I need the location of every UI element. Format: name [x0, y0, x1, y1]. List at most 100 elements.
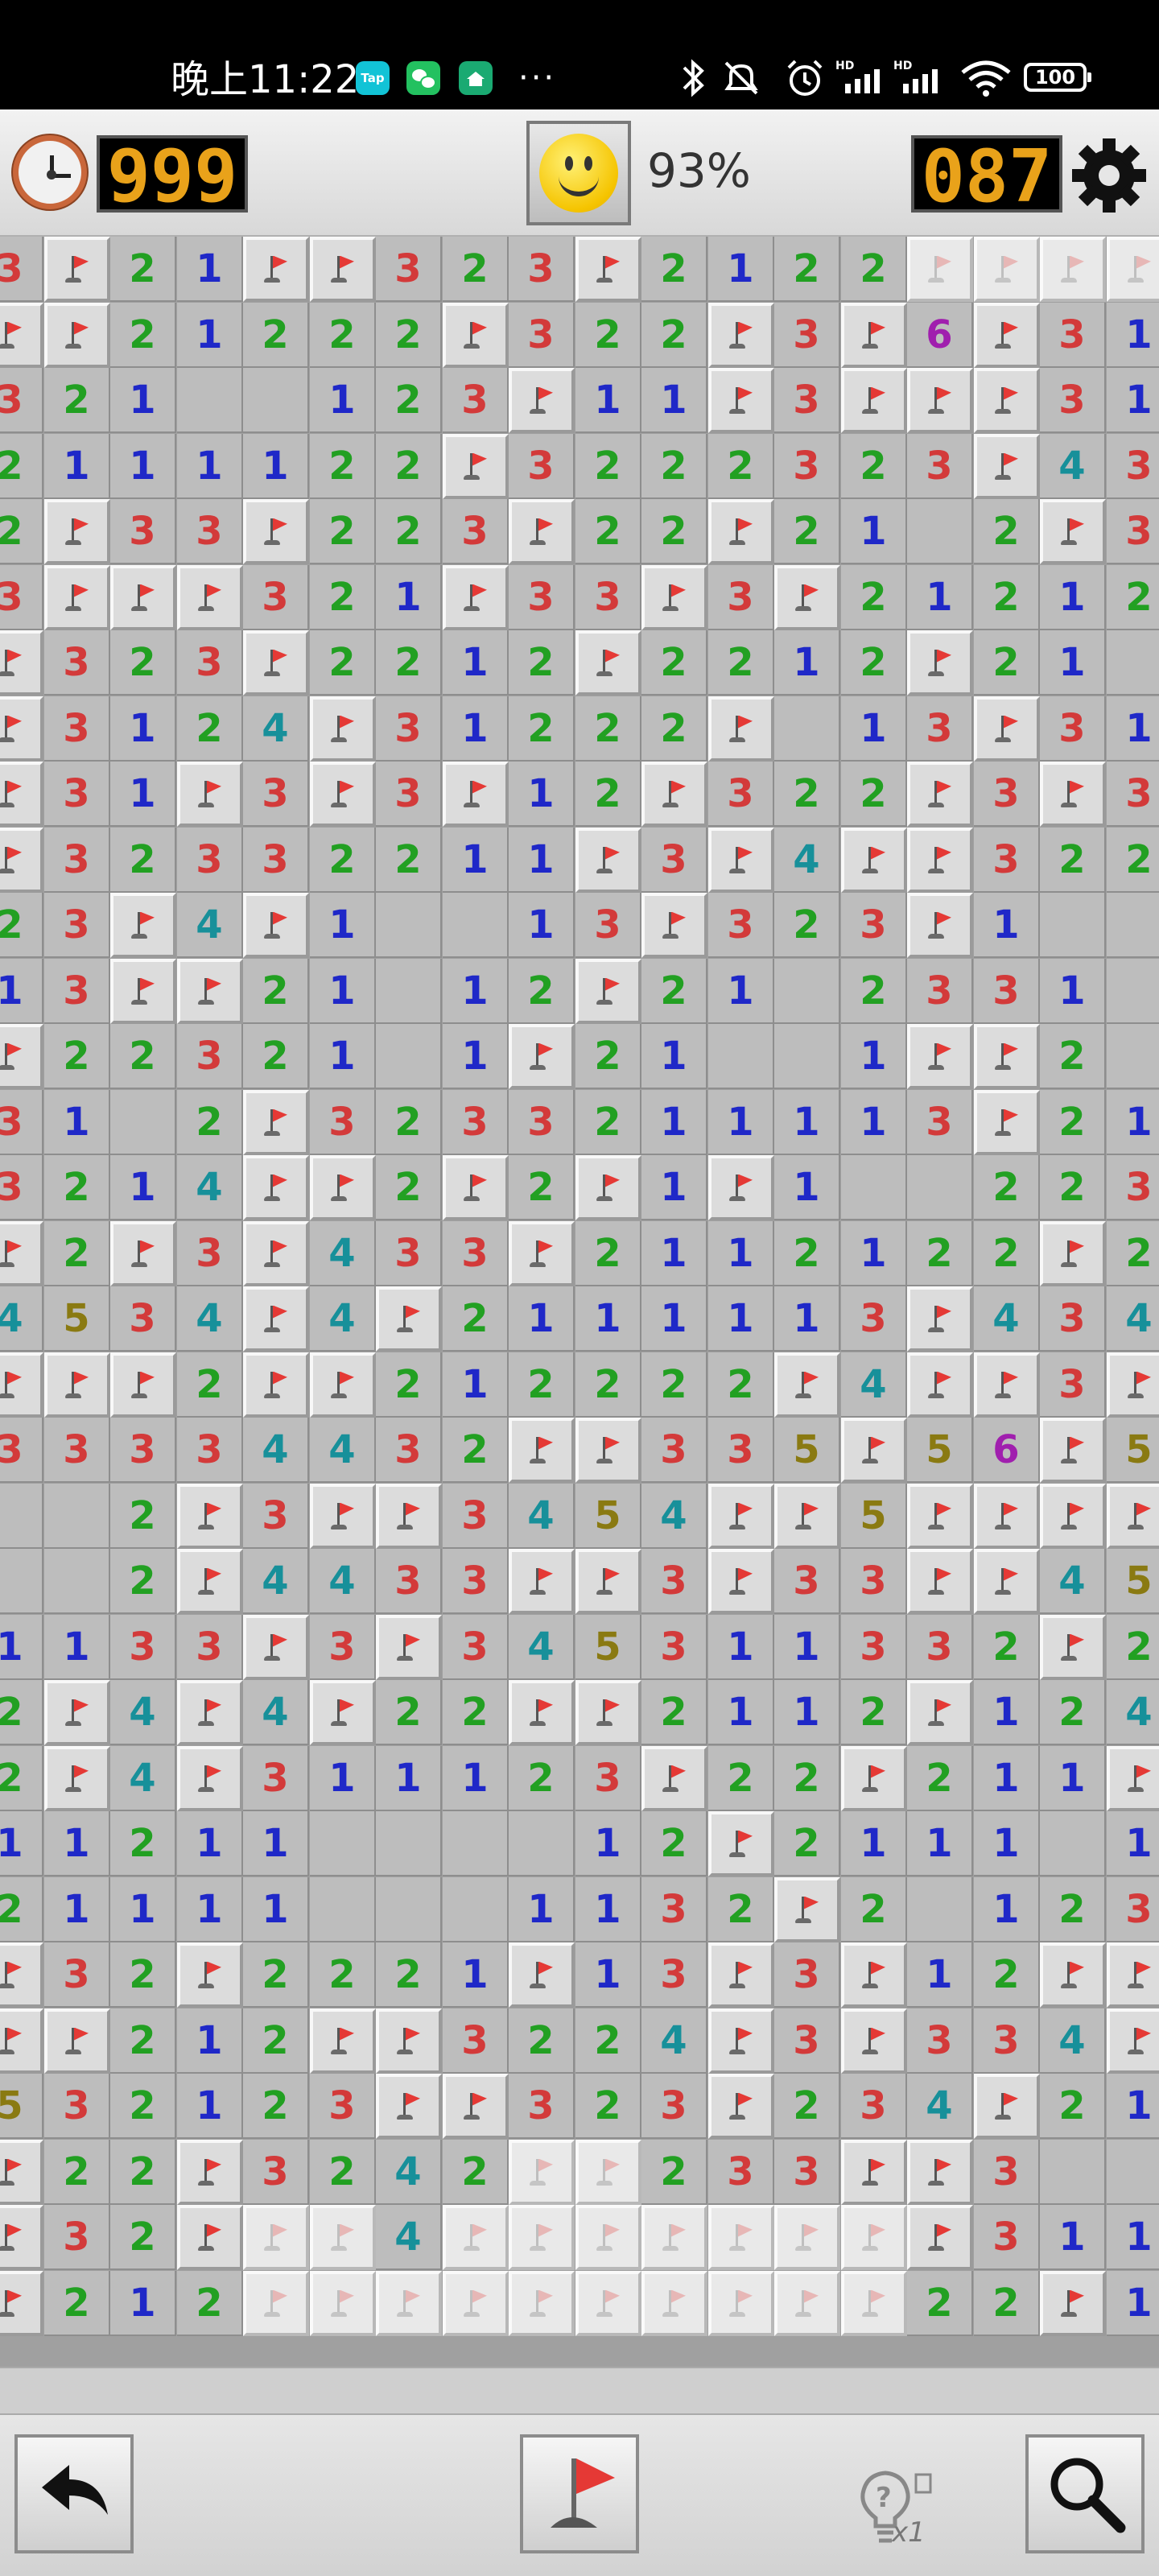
unrevealed-cell[interactable] [974, 237, 1040, 302]
flagged-cell[interactable] [177, 1942, 243, 2008]
flagged-cell[interactable] [177, 1680, 243, 1745]
empty-cell[interactable] [774, 1024, 840, 1089]
number-cell[interactable]: 3 [974, 762, 1040, 827]
empty-cell[interactable] [44, 1484, 110, 1549]
number-cell[interactable]: 3 [841, 1615, 907, 1680]
number-cell[interactable]: 2 [110, 2140, 176, 2205]
number-cell[interactable]: 4 [310, 1221, 376, 1286]
flagged-cell[interactable] [841, 368, 907, 433]
number-cell[interactable]: 5 [841, 1484, 907, 1549]
number-cell[interactable]: 3 [0, 1090, 43, 1155]
flagged-cell[interactable] [243, 893, 309, 958]
number-cell[interactable]: 4 [0, 1286, 43, 1352]
flagged-cell[interactable] [907, 2205, 973, 2270]
number-cell[interactable]: 1 [110, 434, 176, 499]
number-cell[interactable]: 3 [774, 368, 840, 433]
number-cell[interactable]: 2 [310, 1942, 376, 2008]
number-cell[interactable]: 1 [841, 1024, 907, 1089]
number-cell[interactable]: 3 [575, 1746, 641, 1811]
flagged-cell[interactable] [907, 1680, 973, 1745]
number-cell[interactable]: 1 [177, 1877, 243, 1942]
number-cell[interactable]: 3 [1107, 499, 1159, 564]
number-cell[interactable]: 2 [1107, 565, 1159, 630]
number-cell[interactable]: 2 [774, 762, 840, 827]
number-cell[interactable]: 1 [1107, 368, 1159, 433]
number-cell[interactable]: 3 [1107, 434, 1159, 499]
number-cell[interactable]: 3 [110, 1418, 176, 1483]
number-cell[interactable]: 1 [1040, 959, 1106, 1024]
new-game-button[interactable] [526, 121, 631, 225]
number-cell[interactable]: 1 [310, 1746, 376, 1811]
flagged-cell[interactable] [243, 1090, 309, 1155]
number-cell[interactable]: 2 [708, 1877, 774, 1942]
number-cell[interactable]: 1 [443, 1942, 509, 2008]
number-cell[interactable]: 1 [310, 368, 376, 433]
number-cell[interactable]: 1 [177, 2074, 243, 2139]
number-cell[interactable]: 1 [376, 1746, 442, 1811]
flagged-cell[interactable] [110, 1352, 176, 1418]
number-cell[interactable]: 1 [774, 1155, 840, 1220]
number-cell[interactable]: 2 [509, 959, 575, 1024]
number-cell[interactable]: 3 [708, 565, 774, 630]
number-cell[interactable]: 3 [907, 434, 973, 499]
number-cell[interactable]: 3 [1040, 1352, 1106, 1418]
unrevealed-cell[interactable] [1107, 237, 1159, 302]
flagged-cell[interactable] [0, 828, 43, 893]
number-cell[interactable]: 2 [841, 1877, 907, 1942]
flagged-cell[interactable] [907, 630, 973, 696]
number-cell[interactable]: 2 [774, 2074, 840, 2139]
number-cell[interactable]: 3 [177, 828, 243, 893]
number-cell[interactable]: 2 [509, 1155, 575, 1220]
number-cell[interactable]: 4 [110, 1746, 176, 1811]
flagged-cell[interactable] [641, 565, 707, 630]
unrevealed-cell[interactable] [509, 2205, 575, 2270]
number-cell[interactable]: 3 [0, 1155, 43, 1220]
flagged-cell[interactable] [708, 1942, 774, 2008]
number-cell[interactable]: 2 [841, 959, 907, 1024]
number-cell[interactable]: 3 [177, 1615, 243, 1680]
number-cell[interactable]: 1 [708, 1221, 774, 1286]
flagged-cell[interactable] [641, 1746, 707, 1811]
flagged-cell[interactable] [708, 1484, 774, 1549]
empty-cell[interactable] [509, 1811, 575, 1876]
number-cell[interactable]: 2 [110, 828, 176, 893]
number-cell[interactable]: 3 [907, 2008, 973, 2074]
number-cell[interactable]: 1 [575, 1942, 641, 2008]
number-cell[interactable]: 2 [376, 1942, 442, 2008]
number-cell[interactable]: 2 [310, 303, 376, 368]
number-cell[interactable]: 3 [44, 2205, 110, 2270]
flagged-cell[interactable] [1107, 1352, 1159, 1418]
number-cell[interactable]: 2 [110, 630, 176, 696]
number-cell[interactable]: 1 [509, 762, 575, 827]
flagged-cell[interactable] [907, 2140, 973, 2205]
number-cell[interactable]: 1 [1040, 2205, 1106, 2270]
flagged-cell[interactable] [243, 1352, 309, 1418]
undo-button[interactable] [14, 2434, 134, 2553]
number-cell[interactable]: 3 [641, 1942, 707, 2008]
number-cell[interactable]: 4 [310, 1418, 376, 1483]
flagged-cell[interactable] [575, 1680, 641, 1745]
number-cell[interactable]: 2 [575, 762, 641, 827]
number-cell[interactable]: 1 [110, 2271, 176, 2336]
number-cell[interactable]: 2 [974, 1155, 1040, 1220]
flagged-cell[interactable] [708, 1155, 774, 1220]
number-cell[interactable]: 5 [907, 1418, 973, 1483]
empty-cell[interactable] [443, 1877, 509, 1942]
number-cell[interactable]: 3 [443, 1549, 509, 1614]
number-cell[interactable]: 3 [509, 303, 575, 368]
number-cell[interactable]: 2 [641, 1680, 707, 1745]
unrevealed-cell[interactable] [575, 2271, 641, 2336]
number-cell[interactable]: 2 [443, 1680, 509, 1745]
number-cell[interactable]: 1 [907, 565, 973, 630]
flagged-cell[interactable] [443, 2074, 509, 2139]
flagged-cell[interactable] [907, 828, 973, 893]
flagged-cell[interactable] [509, 1221, 575, 1286]
number-cell[interactable]: 2 [974, 565, 1040, 630]
number-cell[interactable]: 1 [974, 893, 1040, 958]
number-cell[interactable]: 2 [177, 696, 243, 762]
number-cell[interactable]: 1 [1040, 1746, 1106, 1811]
number-cell[interactable]: 2 [243, 303, 309, 368]
flagged-cell[interactable] [841, 1746, 907, 1811]
number-cell[interactable]: 2 [841, 1680, 907, 1745]
number-cell[interactable]: 1 [641, 1221, 707, 1286]
